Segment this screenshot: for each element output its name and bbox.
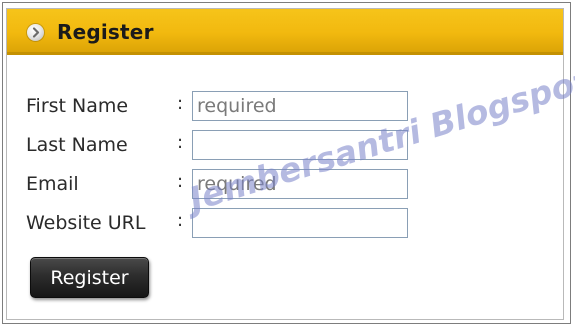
panel-title: Register — [57, 20, 154, 44]
email-input[interactable] — [192, 169, 408, 199]
last-name-input[interactable] — [192, 130, 408, 160]
chevron-right-circle-icon — [27, 24, 44, 41]
website-url-row: Website URL : — [26, 208, 546, 240]
first-name-label: First Name — [26, 95, 129, 117]
website-url-colon: : — [177, 210, 184, 231]
email-row: Email : — [26, 169, 546, 201]
last-name-label: Last Name — [26, 134, 128, 156]
register-button[interactable]: Register — [30, 257, 149, 298]
website-url-label: Website URL — [26, 212, 146, 234]
panel-header: Register — [7, 9, 563, 55]
first-name-colon: : — [177, 93, 184, 114]
last-name-row: Last Name : — [26, 130, 546, 162]
register-panel: Register First Name : Last Name : Email … — [6, 8, 564, 320]
last-name-colon: : — [177, 132, 184, 153]
website-url-input[interactable] — [192, 208, 408, 238]
first-name-input[interactable] — [192, 91, 408, 121]
first-name-row: First Name : — [26, 91, 546, 123]
email-label: Email — [26, 173, 79, 195]
email-colon: : — [177, 171, 184, 192]
